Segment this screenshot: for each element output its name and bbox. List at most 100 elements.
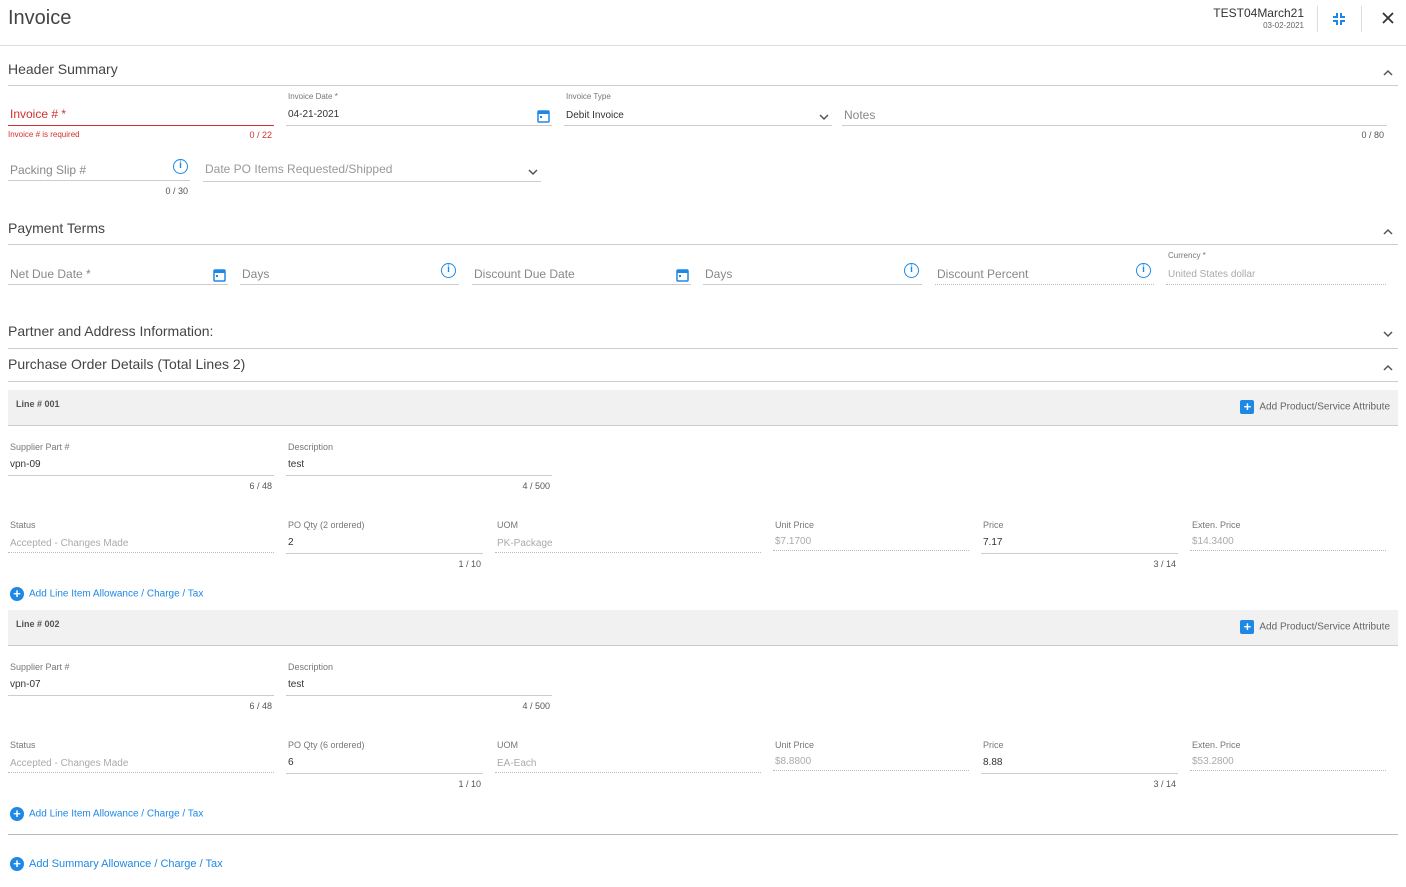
chevron-up-icon[interactable] bbox=[1382, 361, 1394, 373]
divider bbox=[1190, 770, 1386, 771]
supplier-part-input[interactable]: vpn-07 bbox=[10, 679, 41, 690]
add-line-allowance-label: Add Line Item Allowance / Charge / Tax bbox=[29, 808, 204, 820]
price-input[interactable]: 7.17 bbox=[983, 537, 1002, 548]
divider bbox=[703, 284, 922, 285]
description-counter: 4 / 500 bbox=[522, 481, 550, 491]
unit-price-label: Unit Price bbox=[775, 520, 815, 530]
currency-field: United States dollar bbox=[1168, 269, 1256, 280]
info-icon[interactable]: i bbox=[173, 159, 188, 174]
divider bbox=[564, 125, 832, 126]
add-product-attribute-label: Add Product/Service Attribute bbox=[1259, 401, 1390, 413]
page-title: Invoice bbox=[8, 7, 72, 29]
po-qty-counter: 1 / 10 bbox=[458, 559, 481, 569]
divider bbox=[1361, 6, 1362, 32]
info-icon[interactable]: i bbox=[904, 263, 919, 278]
divider bbox=[8, 85, 1398, 86]
divider bbox=[286, 695, 552, 696]
add-line-allowance-button[interactable]: + Add Line Item Allowance / Charge / Tax bbox=[10, 807, 203, 821]
divider bbox=[8, 381, 1398, 382]
plus-icon: + bbox=[1240, 400, 1255, 414]
section-partner-address[interactable]: Partner and Address Information: bbox=[8, 323, 213, 339]
uom-label: UOM bbox=[497, 740, 518, 750]
line-title: Line # 001 bbox=[16, 399, 60, 409]
discount-due-date-input[interactable]: Discount Due Date bbox=[474, 267, 575, 281]
invoice-type-select[interactable]: Debit Invoice bbox=[566, 110, 624, 121]
chevron-down-icon[interactable] bbox=[1382, 327, 1394, 339]
description-label: Description bbox=[288, 662, 334, 672]
discount-percent-input[interactable]: Discount Percent bbox=[937, 267, 1028, 281]
description-input[interactable]: test bbox=[288, 459, 304, 470]
net-due-date-input[interactable]: Net Due Date * bbox=[10, 267, 91, 281]
uom-field: EA-Each bbox=[497, 758, 537, 769]
document-date: 03-02-2021 bbox=[1263, 21, 1304, 30]
divider bbox=[8, 348, 1398, 349]
add-product-attribute-button[interactable]: + Add Product/Service Attribute bbox=[1240, 620, 1390, 634]
supplier-part-counter: 6 / 48 bbox=[249, 481, 272, 491]
divider bbox=[8, 772, 274, 773]
chevron-down-icon[interactable] bbox=[527, 165, 539, 177]
date-po-items-select[interactable]: Date PO Items Requested/Shipped bbox=[205, 162, 392, 176]
divider bbox=[203, 181, 541, 182]
divider bbox=[286, 773, 483, 774]
supplier-part-label: Supplier Part # bbox=[10, 442, 70, 452]
po-qty-counter: 1 / 10 bbox=[458, 779, 481, 789]
packing-slip-input[interactable]: Packing Slip # bbox=[10, 163, 86, 177]
line-header: Line # 002 + Add Product/Service Attribut… bbox=[8, 610, 1398, 646]
add-line-allowance-button[interactable]: + Add Line Item Allowance / Charge / Tax bbox=[10, 587, 203, 601]
divider bbox=[981, 773, 1178, 774]
invoice-number-input[interactable] bbox=[8, 125, 274, 126]
po-qty-label: PO Qty (2 ordered) bbox=[288, 520, 365, 530]
days-input[interactable]: Days bbox=[705, 267, 732, 281]
divider bbox=[8, 244, 1398, 245]
status-label: Status bbox=[10, 740, 36, 750]
divider bbox=[773, 770, 969, 771]
add-product-attribute-label: Add Product/Service Attribute bbox=[1259, 621, 1390, 633]
divider bbox=[842, 125, 1387, 126]
section-po-details[interactable]: Purchase Order Details (Total Lines 2) bbox=[8, 356, 245, 372]
divider bbox=[1317, 6, 1318, 32]
supplier-part-counter: 6 / 48 bbox=[249, 701, 272, 711]
status-field: Accepted - Changes Made bbox=[10, 758, 129, 769]
chevron-up-icon[interactable] bbox=[1382, 225, 1394, 237]
line-header: Line # 001 + Add Product/Service Attribut… bbox=[8, 390, 1398, 426]
currency-label: Currency * bbox=[1168, 251, 1206, 260]
divider bbox=[286, 475, 552, 476]
price-input[interactable]: 8.88 bbox=[983, 757, 1002, 768]
price-label: Price bbox=[983, 520, 1004, 530]
add-summary-allowance-button[interactable]: + Add Summary Allowance / Charge / Tax bbox=[10, 857, 223, 871]
invoice-number-label: Invoice # * bbox=[10, 107, 67, 121]
section-header-summary[interactable]: Header Summary bbox=[8, 61, 118, 77]
invoice-date-field[interactable]: 04-21-2021 bbox=[288, 109, 339, 120]
po-qty-input[interactable]: 6 bbox=[288, 757, 294, 768]
chevron-down-icon[interactable] bbox=[818, 110, 830, 122]
calendar-icon[interactable] bbox=[537, 109, 550, 123]
divider bbox=[240, 284, 459, 285]
chevron-up-icon[interactable] bbox=[1382, 66, 1394, 78]
status-field: Accepted - Changes Made bbox=[10, 538, 129, 549]
section-payment-terms[interactable]: Payment Terms bbox=[8, 220, 105, 236]
divider bbox=[981, 553, 1178, 554]
calendar-icon[interactable] bbox=[213, 268, 226, 282]
price-label: Price bbox=[983, 740, 1004, 750]
info-icon[interactable]: i bbox=[441, 263, 456, 278]
description-input[interactable]: test bbox=[288, 679, 304, 690]
info-icon[interactable]: i bbox=[1136, 263, 1151, 278]
exten-price-label: Exten. Price bbox=[1192, 520, 1241, 530]
notes-input[interactable]: Notes bbox=[844, 108, 875, 122]
days-input[interactable]: Days bbox=[242, 267, 269, 281]
divider bbox=[8, 552, 274, 553]
description-counter: 4 / 500 bbox=[522, 701, 550, 711]
collapse-icon[interactable] bbox=[1331, 11, 1347, 27]
price-counter: 3 / 14 bbox=[1153, 559, 1176, 569]
po-qty-label: PO Qty (6 ordered) bbox=[288, 740, 365, 750]
add-product-attribute-button[interactable]: + Add Product/Service Attribute bbox=[1240, 400, 1390, 414]
calendar-icon[interactable] bbox=[676, 268, 689, 282]
add-summary-allowance-label: Add Summary Allowance / Charge / Tax bbox=[29, 857, 223, 870]
supplier-part-input[interactable]: vpn-09 bbox=[10, 459, 41, 470]
plus-circle-icon: + bbox=[10, 857, 24, 871]
unit-price-label: Unit Price bbox=[775, 740, 815, 750]
po-qty-input[interactable]: 2 bbox=[288, 537, 294, 548]
close-icon[interactable] bbox=[1381, 11, 1395, 25]
divider bbox=[472, 284, 691, 285]
uom-label: UOM bbox=[497, 520, 518, 530]
